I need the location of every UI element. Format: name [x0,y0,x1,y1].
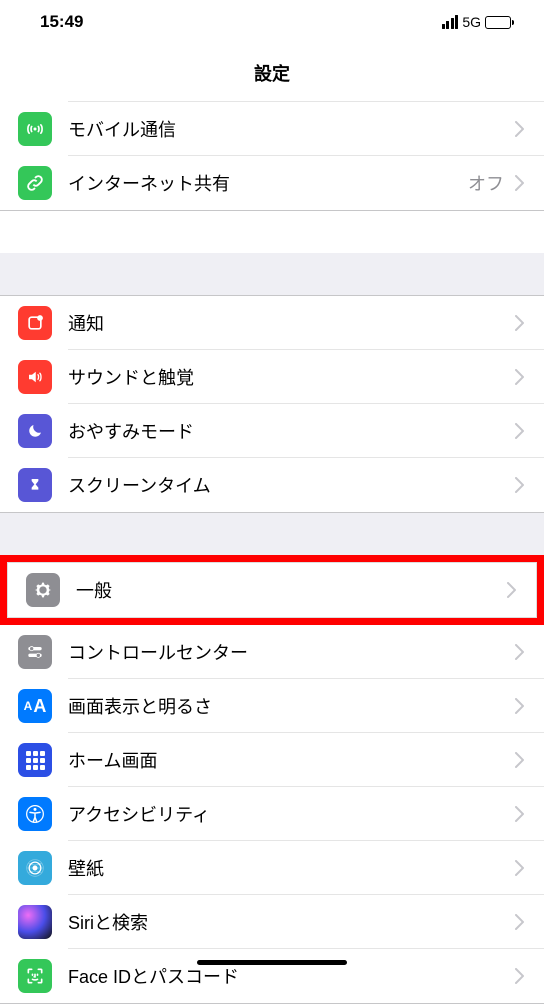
group-separator [0,253,544,295]
page-title: 設定 [0,40,544,100]
settings-row-cellular[interactable]: モバイル通信 [0,102,544,156]
settings-row-sounds[interactable]: サウンドと触覚 [0,350,544,404]
settings-row-faceid[interactable]: Face IDとパスコード [0,949,544,1003]
app-grid-icon [18,743,52,777]
row-value: オフ [468,170,504,196]
settings-row-homescreen[interactable]: ホーム画面 [0,733,544,787]
faceid-icon [18,959,52,993]
group-separator [0,513,544,555]
settings-group: Bluetooth オン モバイル通信 インターネット共有 オフ [0,100,544,211]
chevron-right-icon [500,579,522,601]
settings-row-notifications[interactable]: 通知 [0,296,544,350]
chevron-right-icon [508,803,530,825]
row-label: ホーム画面 [68,747,508,773]
chevron-right-icon [508,965,530,987]
siri-icon [18,905,52,939]
hourglass-icon [18,468,52,502]
link-icon [18,166,52,200]
chevron-right-icon [508,857,530,879]
settings-row-wallpaper[interactable]: 壁紙 [0,841,544,895]
chevron-right-icon [508,911,530,933]
settings-list[interactable]: Bluetooth オン モバイル通信 インターネット共有 オフ [0,100,544,1004]
row-label: アクセシビリティ [68,801,508,827]
row-label: おやすみモード [68,418,508,444]
status-indicators: 5G [442,14,514,30]
wallpaper-icon [18,851,52,885]
settings-row-dnd[interactable]: おやすみモード [0,404,544,458]
status-bar: 15:49 5G [0,0,544,40]
settings-group: 通知 サウンドと触覚 おやすみモード [0,295,544,513]
notification-icon [18,306,52,340]
settings-row-controlcenter[interactable]: コントロールセンター [0,625,544,679]
row-label: モバイル通信 [68,116,508,142]
moon-icon [18,414,52,448]
chevron-right-icon [508,749,530,771]
settings-row-siri[interactable]: Siriと検索 [0,895,544,949]
highlighted-group: 一般 [0,555,544,625]
row-label: コントロールセンター [68,639,508,665]
settings-row-display[interactable]: AA 画面表示と明るさ [0,679,544,733]
chevron-right-icon [508,420,530,442]
accessibility-icon [18,797,52,831]
chevron-right-icon [508,641,530,663]
row-label: 通知 [68,310,508,336]
chevron-right-icon [508,118,530,140]
toggles-icon [18,635,52,669]
row-label: サウンドと触覚 [68,364,508,390]
battery-icon [485,16,514,29]
settings-row-accessibility[interactable]: アクセシビリティ [0,787,544,841]
speaker-icon [18,360,52,394]
antenna-icon [18,112,52,146]
chevron-right-icon [508,695,530,717]
settings-row-hotspot[interactable]: インターネット共有 オフ [0,156,544,210]
chevron-right-icon [508,474,530,496]
row-label: 一般 [76,577,500,603]
chevron-right-icon [508,312,530,334]
network-type: 5G [462,14,481,30]
row-label: 壁紙 [68,855,508,881]
gear-icon [26,573,60,607]
row-label: Siriと検索 [68,909,508,935]
settings-group: コントロールセンター AA 画面表示と明るさ ホーム画面 [0,625,544,1004]
cellular-signal-icon [442,15,459,29]
text-size-icon: AA [18,689,52,723]
status-time: 15:49 [40,12,83,32]
row-label: Face IDとパスコード [68,963,508,989]
home-indicator[interactable] [197,960,347,965]
chevron-right-icon [508,366,530,388]
chevron-right-icon [508,172,530,194]
row-label: インターネット共有 [68,170,468,196]
settings-row-general[interactable]: 一般 [7,562,537,618]
settings-row-screentime[interactable]: スクリーンタイム [0,458,544,512]
row-label: 画面表示と明るさ [68,693,508,719]
row-label: スクリーンタイム [68,472,508,498]
